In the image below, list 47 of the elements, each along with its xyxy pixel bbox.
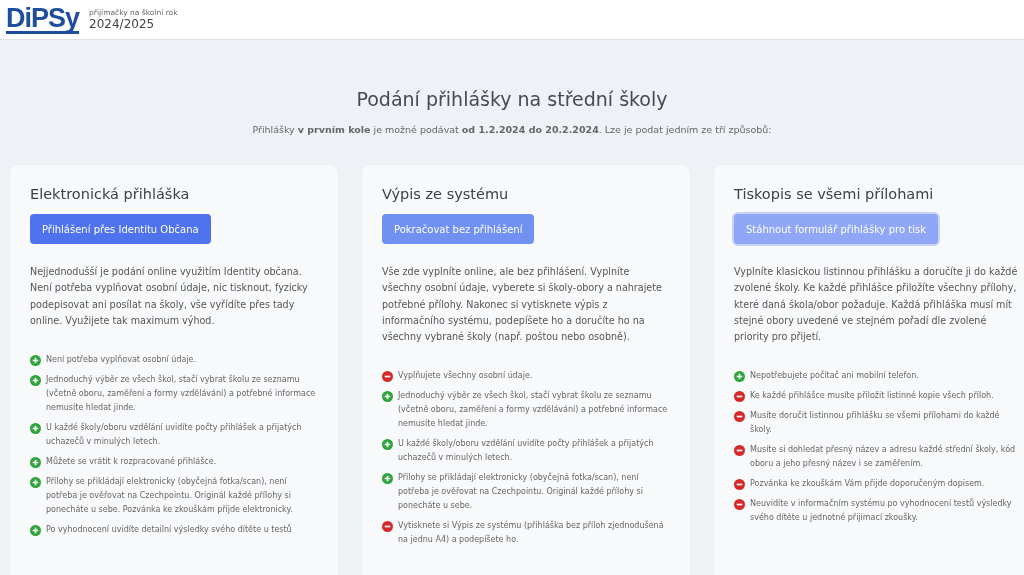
school-year: 2024/2025 — [89, 17, 156, 31]
plus-icon — [30, 423, 41, 435]
list-item-text: Vyplňujete všechny osobní údaje. — [398, 369, 533, 383]
list-item-text: Jednoduchý výběr ze všech škol, stačí vybrat školu ze seznamu (včetně oboru, zaměření a formy vzdělávání) a potřebné informace nemusíte hledat jinde. — [46, 373, 317, 415]
intro-text: Přihlášky v prvním kole je možné podávat od 1.2.2024 do 20.2.2024. Lze je podat jedním ze tří způsobů: — [251, 124, 773, 135]
plus-icon — [30, 355, 41, 367]
plus-icon — [30, 457, 41, 469]
card-title: Výpis ze systému — [382, 186, 510, 202]
list-item-text: U každé školy/oboru vzdělání uvidíte počty přihlášek a přijatých uchazečů v minulých letech. — [398, 437, 655, 465]
plus-icon — [382, 439, 393, 451]
list-item-text: Ke každé přihlášce musíte přiložit listinné kopie všech příloh. — [750, 389, 994, 403]
card-description: Vyplníte klasickou listinnou přihlášku a doručíte ji do každé zvolené školy. Ke každé přihlášce přiložíte všechny přílohy, které daná škola/obor požaduje. Každá přihláška musí mít stejné obory uvedené ve stejném pořadí dle zvolené priority pro přijetí. — [734, 265, 1019, 345]
list-item-text: Musíte doručit listinnou přihlášku se všemi přílohami do každé školy. — [750, 409, 1001, 437]
logo[interactable]: DiPSy — [6, 5, 80, 34]
list-item-text: Přílohy se přikládají elektronicky (obyčejná fotka/scan), není potřeba je ověřovat na Czechpointu. Originál každé přílohy si ponecháte u sebe. Pozvánka ke zkouškám přijde elektronicky. — [46, 475, 294, 517]
minus-icon — [734, 479, 745, 491]
list-item-text: Můžete se vrátit k rozpracované přihlášce. — [46, 455, 217, 469]
plus-icon — [382, 391, 393, 403]
minus-icon — [382, 521, 393, 533]
minus-icon — [734, 411, 745, 423]
list-item-text: Po vyhodnocení uvidíte detailní výsledky svého dítěte u testů — [46, 523, 292, 537]
card-title: Elektronická přihláška — [30, 186, 191, 202]
action-button[interactable]: Přihlášení přes Identitu Občana — [30, 214, 211, 244]
plus-icon — [30, 375, 41, 387]
card-title: Tiskopis se všemi přílohami — [734, 186, 935, 202]
minus-icon — [734, 391, 745, 403]
list-item-text: Vytisknete si Výpis ze systému (přihláška bez příloh zjednodušená na jednu A4) a podepíšete ho. — [398, 519, 665, 547]
plus-icon — [734, 371, 745, 383]
list-item-text: Přílohy se přikládají elektronicky (obyčejná fotka/scan), není potřeba je ověřovat na Czechpointu. Originál každé přílohy si ponecháte u sebe. — [398, 471, 644, 513]
plus-icon — [382, 473, 393, 485]
list-item-text: Nepotřebujete počítač ani mobilní telefon. — [750, 369, 919, 383]
list-item-text: Neuvidíte v informačním systému po vyhodnocení testů výsledky svého dítěte u jednotné přijímací zkoušky. — [750, 497, 1013, 525]
list-item-text: U každé školy/oboru vzdělání uvidíte počty přihlášek a přijatých uchazečů v minulých letech. — [46, 421, 303, 449]
list-item-text: Pozvánka ke zkouškám Vám přijde doporučeným dopisem. — [750, 477, 985, 491]
minus-icon — [382, 371, 393, 383]
list-item-text: Není potřeba vyplňovat osobní údaje. — [46, 354, 197, 367]
card-description: Nejjednodušší je podání online využitím Identity občana. Není potřeba vyplňovat osobní údaje, nic tisknout, fyzicky podepisovat ani posílat na školy, vše vyřídíte přes tady online. Využijete tak maximum výhod. — [30, 265, 309, 328]
list-item-text: Musíte si dohledat přesný název a adresu každé střední školy, kód oboru a jeho přesný název i se zaměřením. — [750, 443, 1017, 471]
minus-icon — [734, 499, 745, 511]
list-item-text: Jednoduchý výběr ze všech škol, stačí vybrat školu ze seznamu (včetně oboru, zaměření a formy vzdělávání) a potřebné informace nemusíte hledat jinde. — [398, 389, 669, 431]
card-description: Vše zde vyplníte online, ale bez přihlášení. Vyplníte všechny osobní údaje, vyberete si školy-obory a nahrajete potřebné přílohy. Nakonec si vytisknete výpis z informačního systému, podepíšete ho a doručíte ho na všechny vybrané školy (např. poštou nebo osobně). — [382, 265, 663, 345]
action-button[interactable]: Stáhnout formulář přihlášky pro tisk — [734, 214, 938, 244]
plus-icon — [30, 525, 41, 537]
plus-icon — [30, 477, 41, 489]
minus-icon — [734, 445, 745, 457]
page-title: Podání přihlášky na střední školy — [355, 88, 669, 110]
action-button[interactable]: Pokračovat bez přihlášení — [382, 214, 535, 244]
